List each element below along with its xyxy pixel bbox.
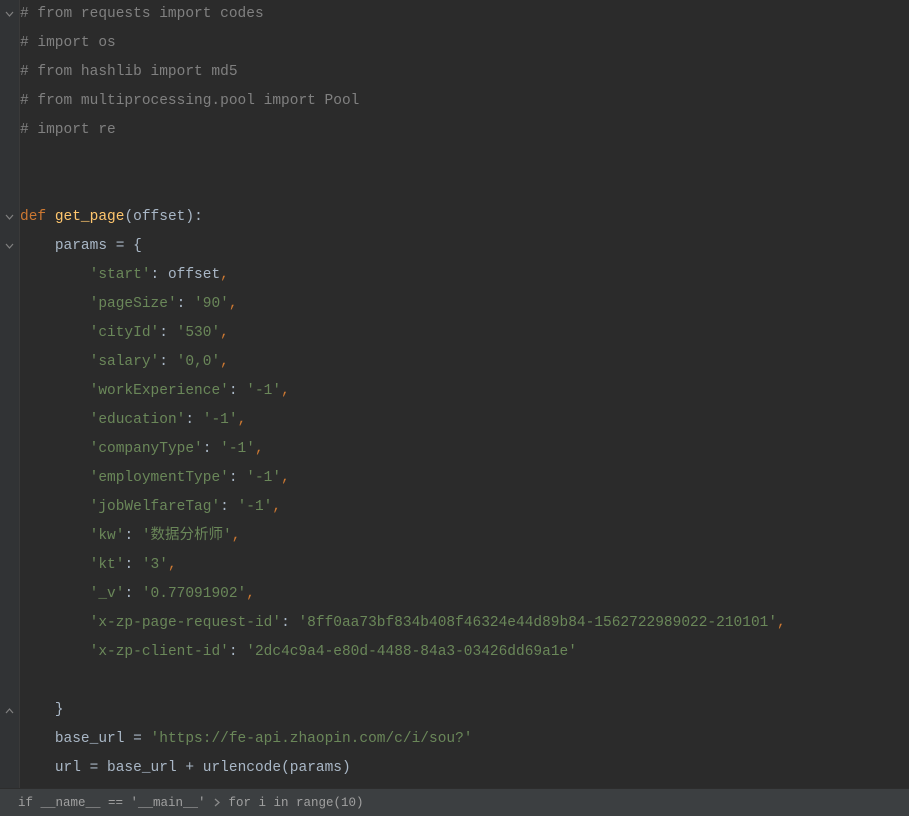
code-line[interactable]: } xyxy=(20,696,909,725)
code-line[interactable]: 'education': '-1', xyxy=(20,406,909,435)
breadcrumb-bar[interactable]: if __name__ == '__main__' for i in range… xyxy=(0,788,909,816)
code-line[interactable]: # from requests import codes xyxy=(20,0,909,29)
code-line[interactable]: # from multiprocessing.pool import Pool xyxy=(20,87,909,116)
code-line[interactable]: def get_page(offset): xyxy=(20,203,909,232)
code-line[interactable]: 'cityId': '530', xyxy=(20,319,909,348)
code-line[interactable]: 'employmentType': '-1', xyxy=(20,464,909,493)
code-line[interactable]: 'workExperience': '-1', xyxy=(20,377,909,406)
breadcrumb-item[interactable]: if __name__ == '__main__' xyxy=(18,796,206,810)
fold-collapse-icon[interactable] xyxy=(4,241,14,251)
code-line[interactable]: # from hashlib import md5 xyxy=(20,58,909,87)
code-line[interactable]: '_v': '0.77091902', xyxy=(20,580,909,609)
code-line[interactable]: # import os xyxy=(20,29,909,58)
code-area[interactable]: # from requests import codes# import os#… xyxy=(20,0,909,788)
fold-collapse-icon[interactable] xyxy=(4,9,14,19)
code-line[interactable]: 'kt': '3', xyxy=(20,551,909,580)
gutter xyxy=(0,0,20,788)
fold-collapse-icon[interactable] xyxy=(4,212,14,222)
code-line[interactable]: 'x-zp-page-request-id': '8ff0aa73bf834b4… xyxy=(20,609,909,638)
code-line[interactable]: 'start': offset, xyxy=(20,261,909,290)
code-line[interactable]: params = { xyxy=(20,232,909,261)
code-line[interactable]: 'pageSize': '90', xyxy=(20,290,909,319)
code-line[interactable] xyxy=(20,174,909,203)
code-line[interactable]: 'jobWelfareTag': '-1', xyxy=(20,493,909,522)
fold-end-icon[interactable] xyxy=(4,705,14,715)
code-line[interactable] xyxy=(20,145,909,174)
code-line[interactable]: # import re xyxy=(20,116,909,145)
breadcrumb-item[interactable]: for i in range(10) xyxy=(229,796,364,810)
code-editor[interactable]: # from requests import codes# import os#… xyxy=(0,0,909,788)
chevron-right-icon xyxy=(214,798,221,807)
code-line[interactable]: 'salary': '0,0', xyxy=(20,348,909,377)
code-line[interactable]: base_url = 'https://fe-api.zhaopin.com/c… xyxy=(20,725,909,754)
code-line[interactable]: 'x-zp-client-id': '2dc4c9a4-e80d-4488-84… xyxy=(20,638,909,667)
code-line[interactable] xyxy=(20,667,909,696)
code-line[interactable]: 'kw': '数据分析师', xyxy=(20,522,909,551)
code-line[interactable]: url = base_url + urlencode(params) xyxy=(20,754,909,783)
code-line[interactable]: 'companyType': '-1', xyxy=(20,435,909,464)
